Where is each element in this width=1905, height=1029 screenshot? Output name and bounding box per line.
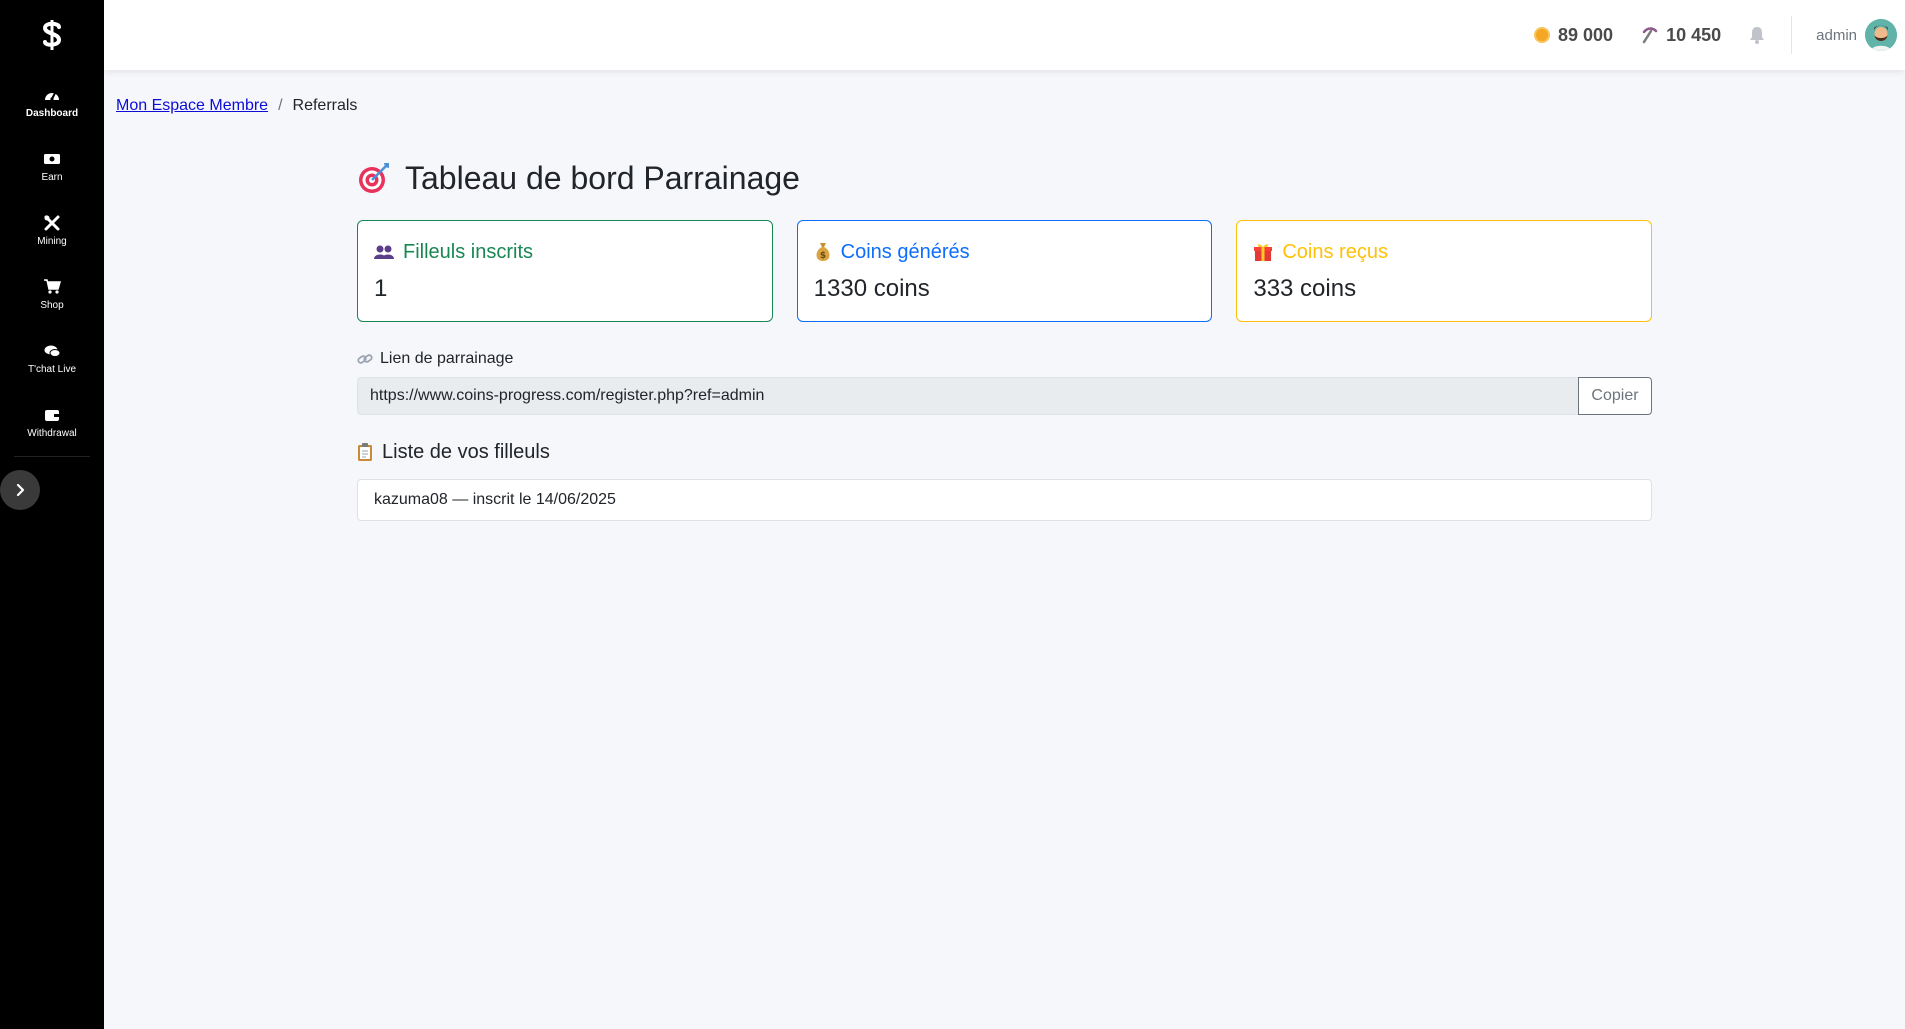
referrals-list-title: Liste de vos filleuls xyxy=(357,437,1652,467)
gauge-icon xyxy=(43,86,61,104)
referral-link-label-text: Lien de parrainage xyxy=(380,350,514,367)
main-content: Tableau de bord Parrainage Filleuls insc… xyxy=(357,150,1653,521)
sidebar-item-label: Earn xyxy=(41,171,63,183)
cart-icon xyxy=(43,278,61,296)
referral-link-label: Lien de parrainage xyxy=(357,350,1652,368)
gift-icon xyxy=(1253,242,1273,262)
page-title-row: Tableau de bord Parrainage xyxy=(357,150,1652,206)
sidebar-item-earn[interactable]: Earn xyxy=(0,134,104,198)
sidebar-item-label: Shop xyxy=(40,299,64,311)
chevron-right-icon xyxy=(16,484,25,496)
sidebar-item-shop[interactable]: Shop xyxy=(0,262,104,326)
sidebar-divider xyxy=(14,456,90,457)
sidebar-toggle-button[interactable] xyxy=(0,470,40,510)
target-icon xyxy=(357,161,391,195)
card-value: 1330 coins xyxy=(813,275,930,302)
sidebar-item-label: T'chat Live xyxy=(27,363,77,375)
sidebar-item-withdrawal[interactable]: Withdrawal xyxy=(0,390,104,454)
user-menu[interactable]: admin xyxy=(1816,19,1897,51)
card-header: Filleuls inscrits xyxy=(374,237,756,267)
mining-balance: 10 450 xyxy=(1641,25,1721,46)
bell-icon xyxy=(1750,27,1765,44)
wallet-icon xyxy=(43,406,61,424)
pickaxe-icon xyxy=(1641,26,1659,44)
users-icon xyxy=(374,244,394,260)
card-title: Coins reçus xyxy=(1282,240,1388,263)
notification-button[interactable] xyxy=(1749,26,1765,44)
stats-cards: Filleuls inscrits 1 $ Coins générés 1330… xyxy=(357,220,1653,322)
breadcrumb-separator: / xyxy=(278,97,283,114)
coin-balance: 89 000 xyxy=(1533,25,1613,46)
topbar: 89 000 10 450 admin xyxy=(104,0,1905,70)
card-title: Filleuls inscrits xyxy=(403,240,534,263)
referral-link-group: Copier xyxy=(357,377,1652,415)
breadcrumb-home-link[interactable]: Mon Espace Membre xyxy=(116,97,268,115)
card-title: Coins générés xyxy=(840,240,970,263)
link-icon xyxy=(357,352,373,366)
sidebar-item-dashboard[interactable]: Dashboard xyxy=(0,70,104,134)
card-coins-received: Coins reçus 333 coins xyxy=(1236,220,1653,322)
card-header: $ Coins générés xyxy=(814,237,1196,267)
card-coins-generated: $ Coins générés 1330 coins xyxy=(796,220,1213,322)
sidebar-item-label: Dashboard xyxy=(25,107,79,119)
sidebar-item-chat[interactable]: T'chat Live xyxy=(0,326,104,390)
copy-button[interactable]: Copier xyxy=(1578,377,1652,415)
dollar-icon xyxy=(42,20,62,50)
sidebar-item-label: Withdrawal xyxy=(27,427,77,439)
tools-icon xyxy=(43,214,61,232)
card-value: 333 coins xyxy=(1253,275,1357,302)
coin-icon xyxy=(1533,26,1551,44)
sidebar: Dashboard Earn Mining Shop T'chat Live W… xyxy=(0,0,104,1029)
avatar xyxy=(1865,19,1897,51)
username: admin xyxy=(1816,26,1857,44)
logo[interactable] xyxy=(0,0,104,70)
referral-link-input[interactable] xyxy=(357,377,1578,415)
clipboard-icon xyxy=(357,442,373,462)
card-value: 1 xyxy=(374,275,388,302)
mining-balance-value: 10 450 xyxy=(1666,24,1722,45)
list-item: kazuma08 — inscrit le 14/06/2025 xyxy=(357,479,1652,521)
breadcrumb: Mon Espace Membre / Referrals xyxy=(116,97,357,115)
money-bag-icon: $ xyxy=(814,242,832,262)
coin-balance-value: 89 000 xyxy=(1558,24,1614,45)
card-header: Coins reçus xyxy=(1253,237,1635,267)
page-title: Tableau de bord Parrainage xyxy=(405,159,800,196)
referrals-list-title-text: Liste de vos filleuls xyxy=(382,440,550,463)
svg-text:$: $ xyxy=(820,251,826,261)
topbar-divider xyxy=(1791,16,1793,54)
card-referrals-count: Filleuls inscrits 1 xyxy=(357,220,773,322)
money-icon xyxy=(43,150,61,168)
breadcrumb-current: Referrals xyxy=(292,97,358,114)
chat-icon xyxy=(43,342,61,360)
sidebar-item-label: Mining xyxy=(37,235,67,247)
sidebar-item-mining[interactable]: Mining xyxy=(0,198,104,262)
referrals-list: kazuma08 — inscrit le 14/06/2025 xyxy=(357,479,1652,521)
